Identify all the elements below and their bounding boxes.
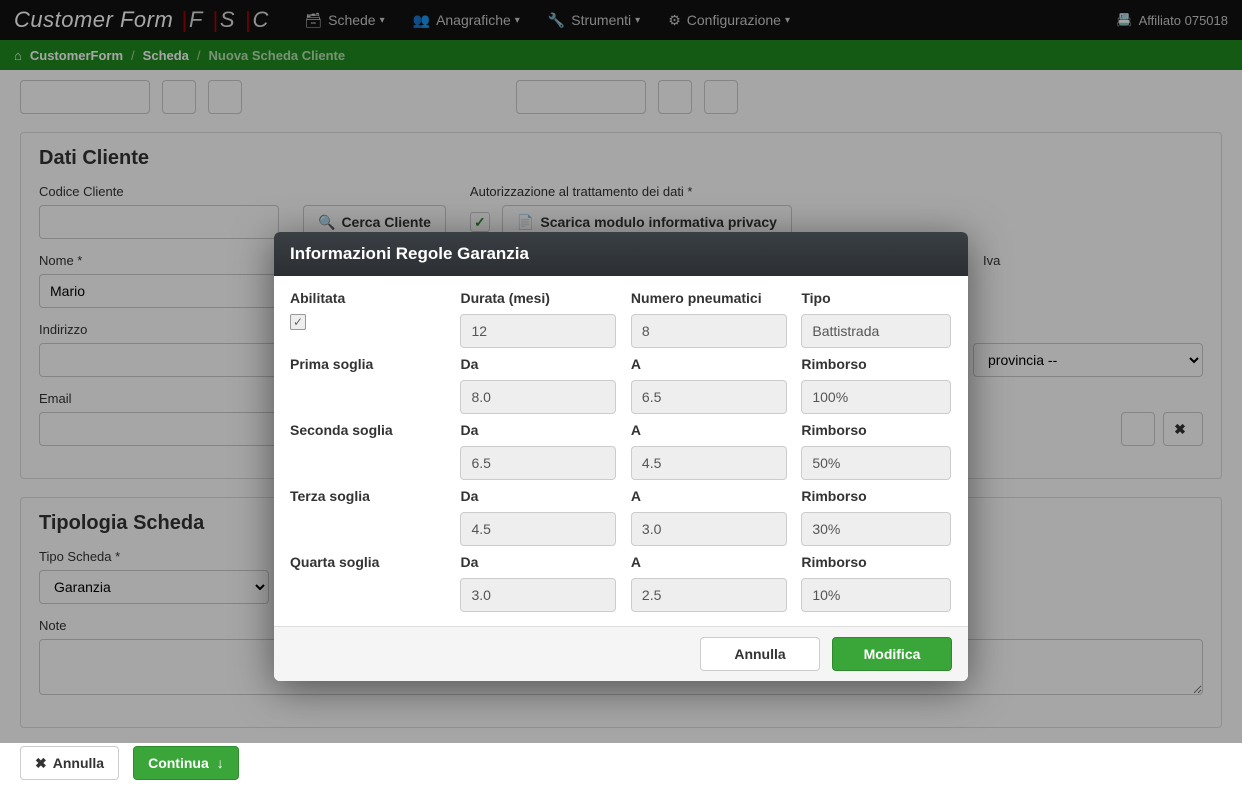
soglia-row: Quarta sogliaDaARimborso xyxy=(290,554,952,620)
label-rimborso: Rimborso xyxy=(801,488,952,504)
input-numero[interactable] xyxy=(631,314,787,348)
input-durata[interactable] xyxy=(460,314,616,348)
modal-btn-annulla[interactable]: Annulla xyxy=(700,637,820,671)
label-soglia: Seconda soglia xyxy=(290,422,460,438)
input-a[interactable] xyxy=(631,446,787,480)
input-a[interactable] xyxy=(631,512,787,546)
label-da: Da xyxy=(460,356,630,372)
input-rimborso[interactable] xyxy=(801,578,951,612)
label-da: Da xyxy=(460,488,630,504)
label-soglia: Quarta soglia xyxy=(290,554,460,570)
input-da[interactable] xyxy=(460,578,616,612)
modal-btn-modifica[interactable]: Modifica xyxy=(832,637,952,671)
input-rimborso[interactable] xyxy=(801,512,951,546)
label-tipo: Tipo xyxy=(801,290,952,306)
modal-title: Informazioni Regole Garanzia xyxy=(274,232,968,276)
label-a: A xyxy=(631,554,801,570)
label-rimborso: Rimborso xyxy=(801,422,952,438)
label-durata: Durata (mesi) xyxy=(460,290,630,306)
label-rimborso: Rimborso xyxy=(801,554,952,570)
input-rimborso[interactable] xyxy=(801,380,951,414)
label-numero: Numero pneumatici xyxy=(631,290,801,306)
label-abilitata: Abilitata xyxy=(290,290,460,306)
soglia-row: Prima sogliaDaARimborso xyxy=(290,356,952,422)
label-a: A xyxy=(631,488,801,504)
close-icon xyxy=(35,755,47,772)
arrow-down-icon xyxy=(217,755,224,771)
input-tipo[interactable] xyxy=(801,314,951,348)
label-soglia: Terza soglia xyxy=(290,488,460,504)
modal-overlay: Informazioni Regole Garanzia Abilitata ✓… xyxy=(0,0,1242,743)
input-da[interactable] xyxy=(460,512,616,546)
soglia-row: Seconda sogliaDaARimborso xyxy=(290,422,952,488)
btn-annulla-page[interactable]: Annulla xyxy=(20,746,119,780)
label-rimborso: Rimborso xyxy=(801,356,952,372)
label-a: A xyxy=(631,422,801,438)
soglia-row: Terza sogliaDaARimborso xyxy=(290,488,952,554)
modal-garanzia: Informazioni Regole Garanzia Abilitata ✓… xyxy=(274,232,968,681)
label-da: Da xyxy=(460,554,630,570)
input-a[interactable] xyxy=(631,578,787,612)
label-soglia: Prima soglia xyxy=(290,356,460,372)
input-da[interactable] xyxy=(460,446,616,480)
input-rimborso[interactable] xyxy=(801,446,951,480)
input-da[interactable] xyxy=(460,380,616,414)
input-a[interactable] xyxy=(631,380,787,414)
label-da: Da xyxy=(460,422,630,438)
checkbox-abilitata[interactable]: ✓ xyxy=(290,314,306,330)
label-a: A xyxy=(631,356,801,372)
btn-continua[interactable]: Continua xyxy=(133,746,239,780)
